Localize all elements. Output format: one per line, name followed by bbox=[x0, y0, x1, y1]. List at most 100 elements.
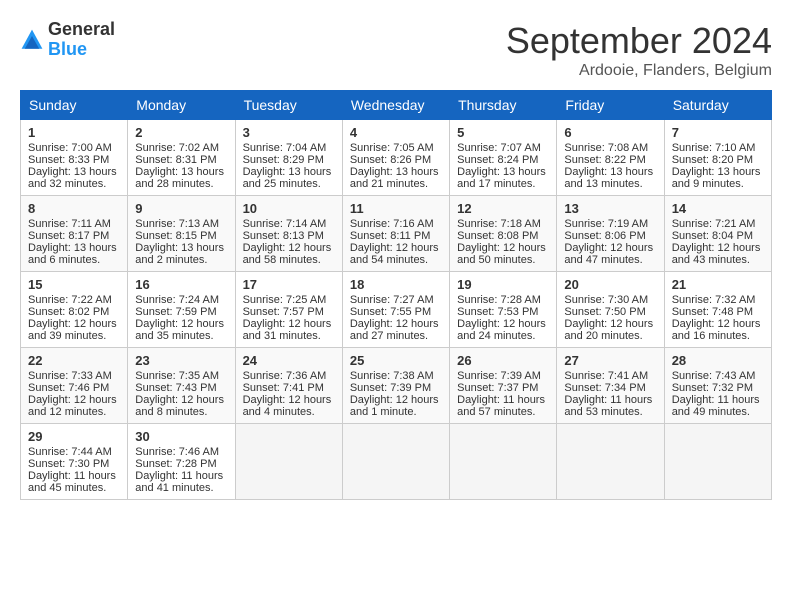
daylight-info: Daylight: 12 hours bbox=[243, 242, 332, 254]
day-number: 12 bbox=[457, 201, 549, 216]
sunrise-info: Sunrise: 7:46 AM bbox=[135, 446, 219, 458]
day-number: 9 bbox=[135, 201, 227, 216]
calendar-day-23: 23 Sunrise: 7:35 AM Sunset: 7:43 PM Dayl… bbox=[128, 348, 235, 424]
daylight-info: Daylight: 12 hours bbox=[243, 394, 332, 406]
daylight-minutes: and 47 minutes. bbox=[564, 254, 642, 266]
daylight-minutes: and 35 minutes. bbox=[135, 330, 213, 342]
sunset-info: Sunset: 8:20 PM bbox=[672, 154, 753, 166]
calendar-day-21: 21 Sunrise: 7:32 AM Sunset: 7:48 PM Dayl… bbox=[664, 272, 771, 348]
daylight-minutes: and 16 minutes. bbox=[672, 330, 750, 342]
daylight-minutes: and 50 minutes. bbox=[457, 254, 535, 266]
daylight-info: Daylight: 12 hours bbox=[135, 394, 224, 406]
calendar-week-row-4: 22 Sunrise: 7:33 AM Sunset: 7:46 PM Dayl… bbox=[21, 348, 772, 424]
sunrise-info: Sunrise: 7:02 AM bbox=[135, 142, 219, 154]
calendar-day-8: 8 Sunrise: 7:11 AM Sunset: 8:17 PM Dayli… bbox=[21, 196, 128, 272]
sunrise-info: Sunrise: 7:41 AM bbox=[564, 370, 648, 382]
day-number: 8 bbox=[28, 201, 120, 216]
daylight-info: Daylight: 12 hours bbox=[350, 318, 439, 330]
calendar-day-24: 24 Sunrise: 7:36 AM Sunset: 7:41 PM Dayl… bbox=[235, 348, 342, 424]
sunset-info: Sunset: 8:22 PM bbox=[564, 154, 645, 166]
daylight-info: Daylight: 12 hours bbox=[457, 318, 546, 330]
daylight-minutes: and 49 minutes. bbox=[672, 406, 750, 418]
daylight-info: Daylight: 13 hours bbox=[350, 166, 439, 178]
sunrise-info: Sunrise: 7:19 AM bbox=[564, 218, 648, 230]
daylight-minutes: and 25 minutes. bbox=[243, 178, 321, 190]
daylight-minutes: and 24 minutes. bbox=[457, 330, 535, 342]
calendar-day-7: 7 Sunrise: 7:10 AM Sunset: 8:20 PM Dayli… bbox=[664, 120, 771, 196]
day-header-friday: Friday bbox=[557, 91, 664, 120]
sunrise-info: Sunrise: 7:07 AM bbox=[457, 142, 541, 154]
calendar-day-2: 2 Sunrise: 7:02 AM Sunset: 8:31 PM Dayli… bbox=[128, 120, 235, 196]
daylight-minutes: and 32 minutes. bbox=[28, 178, 106, 190]
calendar-day-1: 1 Sunrise: 7:00 AM Sunset: 8:33 PM Dayli… bbox=[21, 120, 128, 196]
daylight-info: Daylight: 12 hours bbox=[243, 318, 332, 330]
sunset-info: Sunset: 8:06 PM bbox=[564, 230, 645, 242]
daylight-info: Daylight: 11 hours bbox=[672, 394, 760, 406]
calendar-day-18: 18 Sunrise: 7:27 AM Sunset: 7:55 PM Dayl… bbox=[342, 272, 449, 348]
calendar-day-17: 17 Sunrise: 7:25 AM Sunset: 7:57 PM Dayl… bbox=[235, 272, 342, 348]
calendar-day-5: 5 Sunrise: 7:07 AM Sunset: 8:24 PM Dayli… bbox=[450, 120, 557, 196]
day-number: 16 bbox=[135, 277, 227, 292]
sunset-info: Sunset: 7:48 PM bbox=[672, 306, 753, 318]
calendar-table: SundayMondayTuesdayWednesdayThursdayFrid… bbox=[20, 90, 772, 500]
day-number: 28 bbox=[672, 353, 764, 368]
sunset-info: Sunset: 8:26 PM bbox=[350, 154, 431, 166]
title-section: September 2024 Ardooie, Flanders, Belgiu… bbox=[506, 20, 772, 80]
daylight-info: Daylight: 11 hours bbox=[457, 394, 545, 406]
day-number: 27 bbox=[564, 353, 656, 368]
day-number: 23 bbox=[135, 353, 227, 368]
sunrise-info: Sunrise: 7:16 AM bbox=[350, 218, 434, 230]
day-number: 15 bbox=[28, 277, 120, 292]
sunrise-info: Sunrise: 7:39 AM bbox=[457, 370, 541, 382]
daylight-info: Daylight: 11 hours bbox=[564, 394, 652, 406]
logo-general: General bbox=[48, 20, 115, 40]
day-number: 3 bbox=[243, 125, 335, 140]
calendar-day-22: 22 Sunrise: 7:33 AM Sunset: 7:46 PM Dayl… bbox=[21, 348, 128, 424]
sunrise-info: Sunrise: 7:10 AM bbox=[672, 142, 756, 154]
day-header-wednesday: Wednesday bbox=[342, 91, 449, 120]
daylight-info: Daylight: 13 hours bbox=[672, 166, 761, 178]
sunset-info: Sunset: 7:30 PM bbox=[28, 458, 109, 470]
daylight-info: Daylight: 13 hours bbox=[135, 166, 224, 178]
day-number: 1 bbox=[28, 125, 120, 140]
day-number: 11 bbox=[350, 201, 442, 216]
day-number: 20 bbox=[564, 277, 656, 292]
sunset-info: Sunset: 8:02 PM bbox=[28, 306, 109, 318]
daylight-minutes: and 27 minutes. bbox=[350, 330, 428, 342]
sunset-info: Sunset: 7:43 PM bbox=[135, 382, 216, 394]
daylight-info: Daylight: 13 hours bbox=[28, 166, 117, 178]
daylight-minutes: and 57 minutes. bbox=[457, 406, 535, 418]
day-number: 25 bbox=[350, 353, 442, 368]
sunset-info: Sunset: 7:50 PM bbox=[564, 306, 645, 318]
calendar-day-10: 10 Sunrise: 7:14 AM Sunset: 8:13 PM Dayl… bbox=[235, 196, 342, 272]
sunset-info: Sunset: 8:04 PM bbox=[672, 230, 753, 242]
daylight-info: Daylight: 11 hours bbox=[28, 470, 116, 482]
sunset-info: Sunset: 8:11 PM bbox=[350, 230, 431, 242]
calendar-day-16: 16 Sunrise: 7:24 AM Sunset: 7:59 PM Dayl… bbox=[128, 272, 235, 348]
daylight-minutes: and 9 minutes. bbox=[672, 178, 744, 190]
daylight-info: Daylight: 13 hours bbox=[457, 166, 546, 178]
sunrise-info: Sunrise: 7:36 AM bbox=[243, 370, 327, 382]
sunset-info: Sunset: 7:53 PM bbox=[457, 306, 538, 318]
calendar-day-empty bbox=[450, 424, 557, 500]
daylight-minutes: and 54 minutes. bbox=[350, 254, 428, 266]
sunset-info: Sunset: 7:46 PM bbox=[28, 382, 109, 394]
sunset-info: Sunset: 7:59 PM bbox=[135, 306, 216, 318]
sunrise-info: Sunrise: 7:30 AM bbox=[564, 294, 648, 306]
sunrise-info: Sunrise: 7:18 AM bbox=[457, 218, 541, 230]
sunset-info: Sunset: 8:24 PM bbox=[457, 154, 538, 166]
location: Ardooie, Flanders, Belgium bbox=[506, 62, 772, 80]
sunrise-info: Sunrise: 7:44 AM bbox=[28, 446, 112, 458]
calendar-day-empty bbox=[557, 424, 664, 500]
sunset-info: Sunset: 7:32 PM bbox=[672, 382, 753, 394]
sunrise-info: Sunrise: 7:32 AM bbox=[672, 294, 756, 306]
daylight-minutes: and 41 minutes. bbox=[135, 482, 213, 494]
calendar-day-empty bbox=[664, 424, 771, 500]
day-header-tuesday: Tuesday bbox=[235, 91, 342, 120]
daylight-minutes: and 53 minutes. bbox=[564, 406, 642, 418]
daylight-info: Daylight: 13 hours bbox=[243, 166, 332, 178]
sunrise-info: Sunrise: 7:24 AM bbox=[135, 294, 219, 306]
daylight-info: Daylight: 12 hours bbox=[564, 242, 653, 254]
day-number: 10 bbox=[243, 201, 335, 216]
sunrise-info: Sunrise: 7:13 AM bbox=[135, 218, 219, 230]
